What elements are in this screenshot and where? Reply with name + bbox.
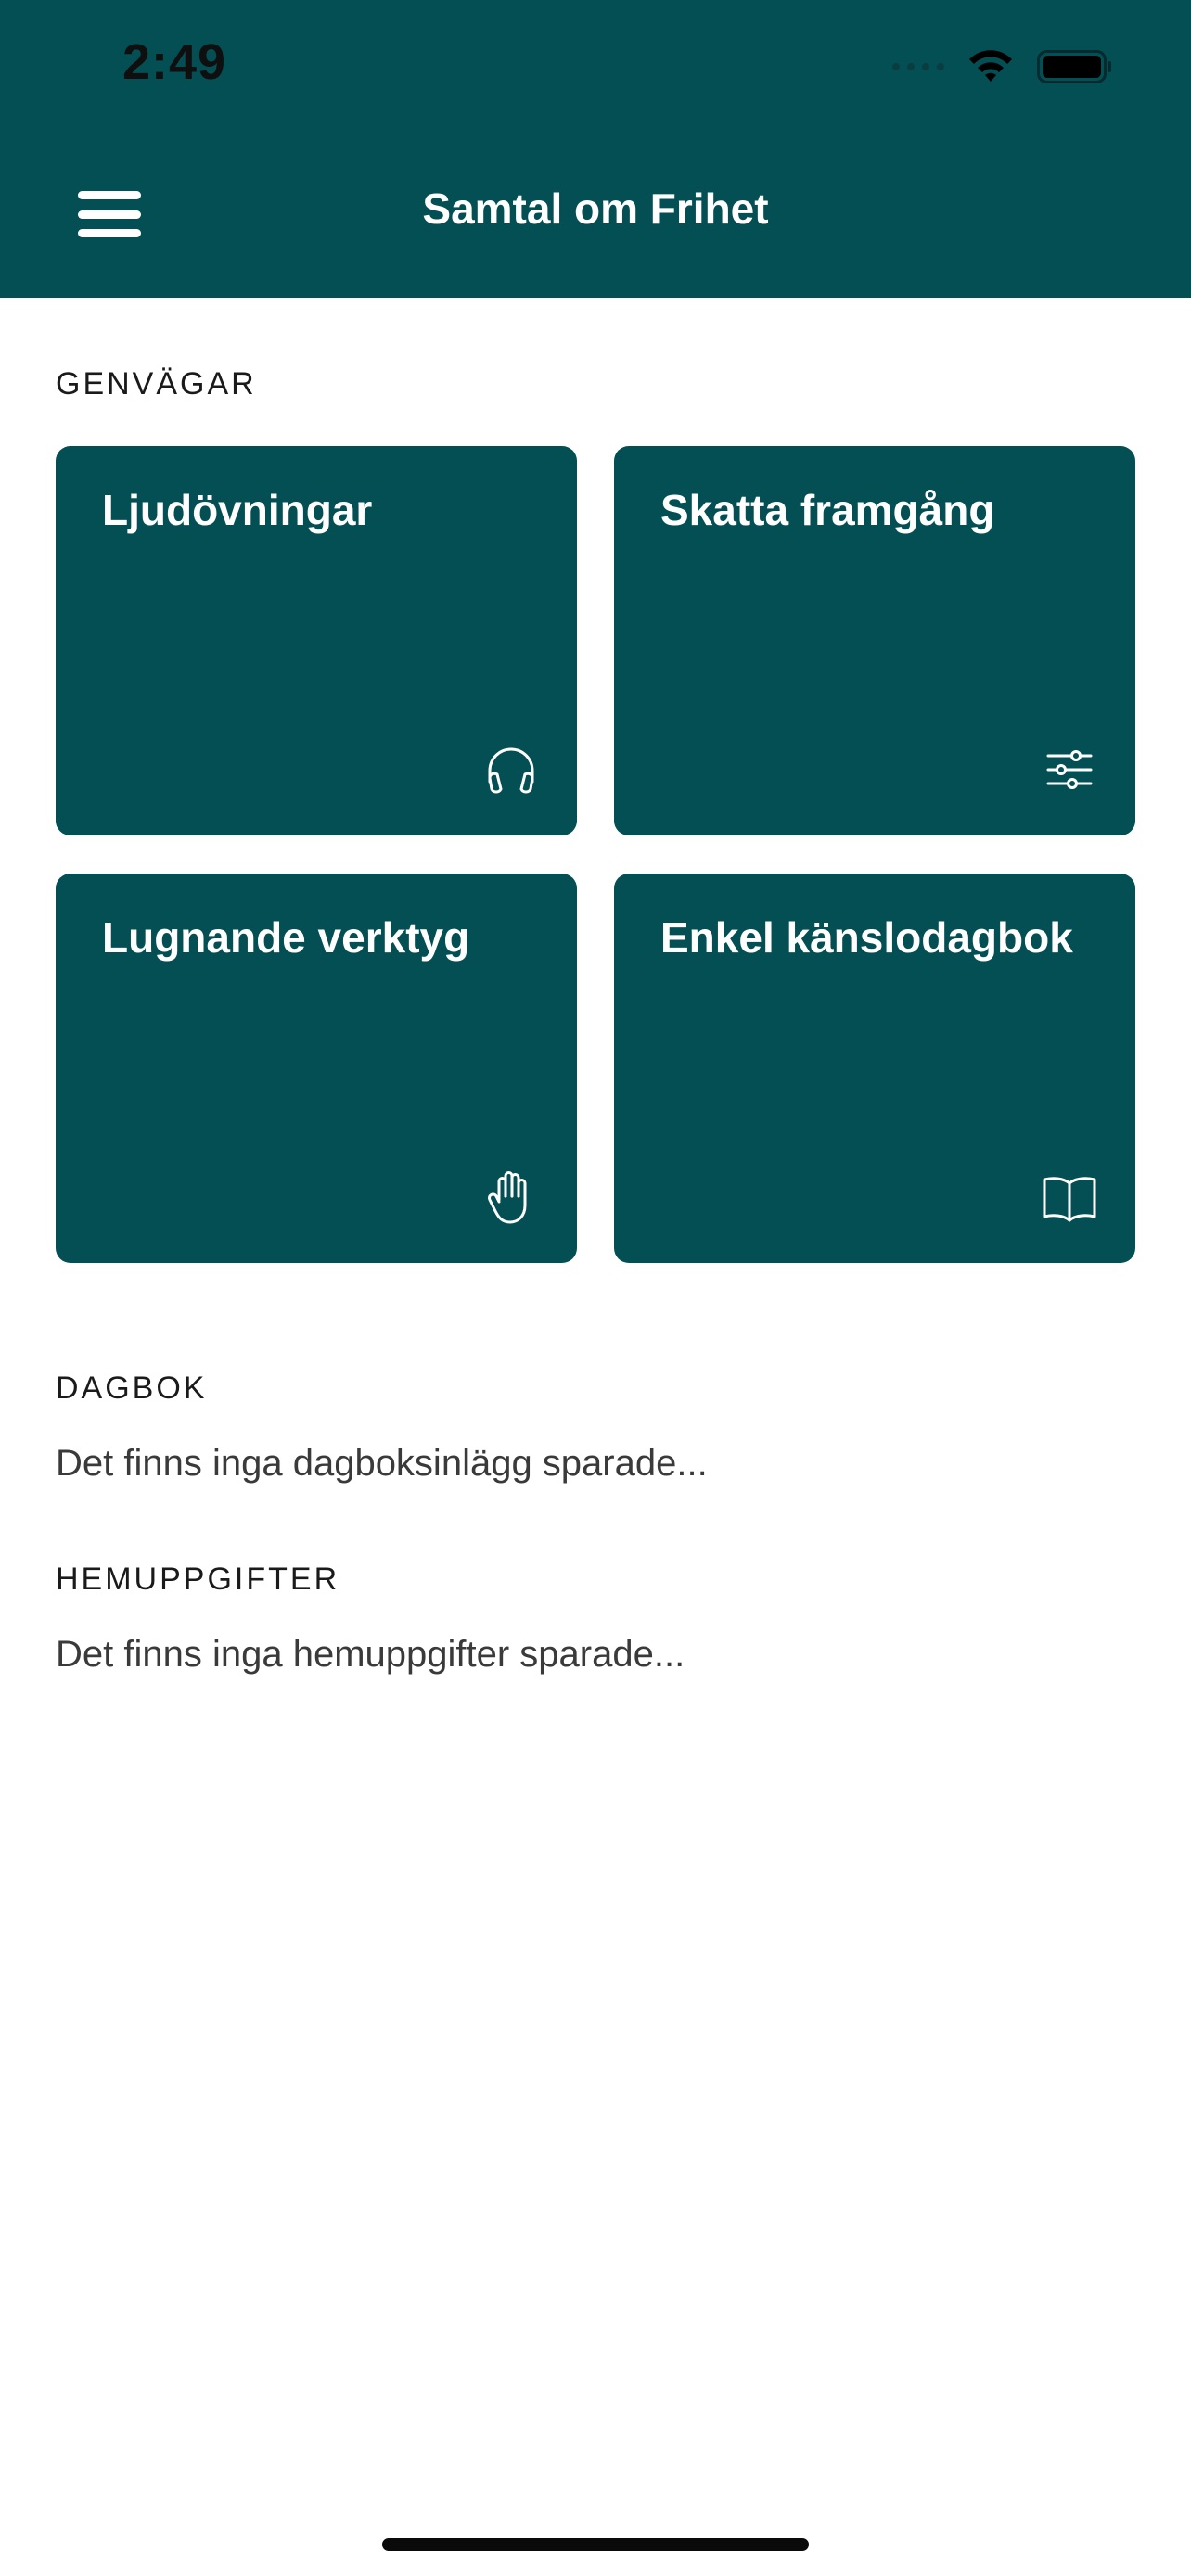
tile-lugnande-verktyg[interactable]: Lugnande verktyg (56, 874, 577, 1263)
tile-enkel-kanslodagbok[interactable]: Enkel känslodagbok (614, 874, 1135, 1263)
book-icon (1041, 1168, 1098, 1226)
wifi-icon (969, 50, 1012, 82)
status-icons (892, 41, 1113, 93)
homework-empty-text: Det finns inga hemuppgifter sparade... (56, 1634, 685, 1675)
home-indicator[interactable] (382, 2538, 809, 2551)
tile-label: Skatta framgång (660, 486, 995, 534)
page-title: Samtal om Frihet (422, 185, 769, 233)
battery-icon (1037, 50, 1111, 83)
tile-skatta-framgang[interactable]: Skatta framgång (614, 446, 1135, 835)
diary-heading: DAGBOK (56, 1371, 208, 1406)
hand-icon (482, 1168, 540, 1226)
header-bar: 2:49 Samtal om Frihet (0, 0, 1191, 298)
cellular-signal-icon (892, 63, 944, 70)
tile-label: Ljudövningar (102, 486, 373, 534)
headphones-icon (482, 741, 540, 798)
app-screen: 2:49 Samtal om Frihet GENVÄGAR Ljudövnin… (0, 0, 1191, 2576)
homework-heading: HEMUPPGIFTER (56, 1562, 340, 1597)
tile-label: Lugnande verktyg (102, 913, 470, 962)
sliders-icon (1041, 741, 1098, 798)
tile-label: Enkel känslodagbok (660, 913, 1073, 962)
status-time: 2:49 (122, 34, 227, 90)
shortcuts-heading: GENVÄGAR (56, 366, 257, 402)
diary-empty-text: Det finns inga dagboksinlägg sparade... (56, 1443, 708, 1484)
tile-ljudovningar[interactable]: Ljudövningar (56, 446, 577, 835)
